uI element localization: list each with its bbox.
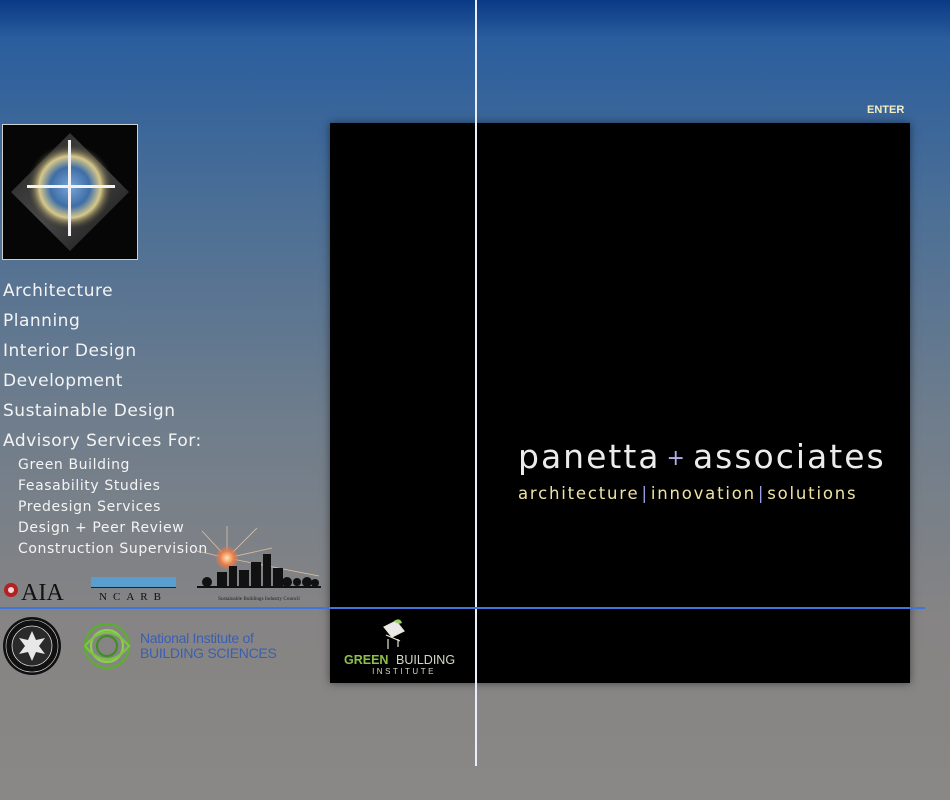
nibs-swirl-icon: National Institute of BUILDING SCIENCES <box>83 622 277 670</box>
brand-name-left: panetta <box>518 437 661 476</box>
aia-logo-icon: AIA <box>4 580 64 606</box>
nav-item-architecture[interactable]: Architecture <box>3 279 208 309</box>
sub-item-design-peer-review[interactable]: Design + Peer Review <box>18 518 208 539</box>
gbi-green-text: GREEN <box>344 653 388 667</box>
sbic-text: Sustainable Buildings Industry Council <box>218 596 300 602</box>
nibs-line2: BUILDING SCIENCES <box>140 645 277 661</box>
nav-item-interior-design[interactable]: Interior Design <box>3 339 208 369</box>
intro-panel <box>330 123 910 683</box>
sub-item-green-building[interactable]: Green Building <box>18 455 208 476</box>
nav-item-development[interactable]: Development <box>3 369 208 399</box>
nav-item-planning[interactable]: Planning <box>3 309 208 339</box>
vertical-divider-line <box>475 0 477 766</box>
brand-name-right: associates <box>692 437 886 476</box>
gbi-logo-icon: GREEN BUILDING INSTITUTE <box>344 619 455 676</box>
gbi-building-text: BUILDING <box>396 653 455 667</box>
brand-plus: + <box>666 446 687 471</box>
sub-item-predesign-services[interactable]: Predesign Services <box>18 497 208 518</box>
aia-text: AIA <box>21 580 64 603</box>
brand-name: panetta + associates <box>518 437 886 476</box>
horizontal-divider-line <box>0 607 925 609</box>
advisory-heading: Advisory Services For: <box>3 431 202 451</box>
sbic-skyline-icon: Sustainable Buildings Industry Council <box>196 526 321 602</box>
advisory-sub-list: Green Building Feasability Studies Prede… <box>18 455 208 560</box>
nibs-line1: National Institute of <box>140 630 254 646</box>
firm-logo <box>2 124 138 260</box>
usgbc-badge[interactable] <box>2 616 62 676</box>
sbic-badge[interactable]: Sustainable Buildings Industry Council <box>196 526 323 604</box>
usgbc-seal-icon <box>3 617 61 675</box>
nibs-badge[interactable]: National Institute of BUILDING SCIENCES <box>80 619 285 673</box>
services-nav: Architecture Planning Interior Design De… <box>3 279 208 560</box>
enter-link[interactable]: ENTER <box>867 104 904 116</box>
tag-architecture: architecture <box>518 484 640 503</box>
sub-item-construction-supervision[interactable]: Construction Supervision <box>18 539 208 560</box>
ncarb-badge[interactable]: NCARB <box>91 577 177 603</box>
brand-tagline: architecture | innovation | solutions <box>518 484 857 503</box>
tag-separator: | <box>641 484 649 503</box>
aia-badge[interactable]: AIA <box>3 577 73 606</box>
ncarb-logo-icon: NCARB <box>91 577 176 603</box>
gbi-institute-text: INSTITUTE <box>372 667 436 676</box>
gbi-badge[interactable]: GREEN BUILDING INSTITUTE <box>340 615 470 677</box>
ncarb-text: NCARB <box>99 591 167 603</box>
nav-item-sustainable-design[interactable]: Sustainable Design <box>3 399 208 429</box>
logo-emblem-icon <box>3 125 137 259</box>
sub-item-feasability-studies[interactable]: Feasability Studies <box>18 476 208 497</box>
tag-solutions: solutions <box>767 484 858 503</box>
tag-innovation: innovation <box>650 484 756 503</box>
tag-separator: | <box>757 484 766 503</box>
